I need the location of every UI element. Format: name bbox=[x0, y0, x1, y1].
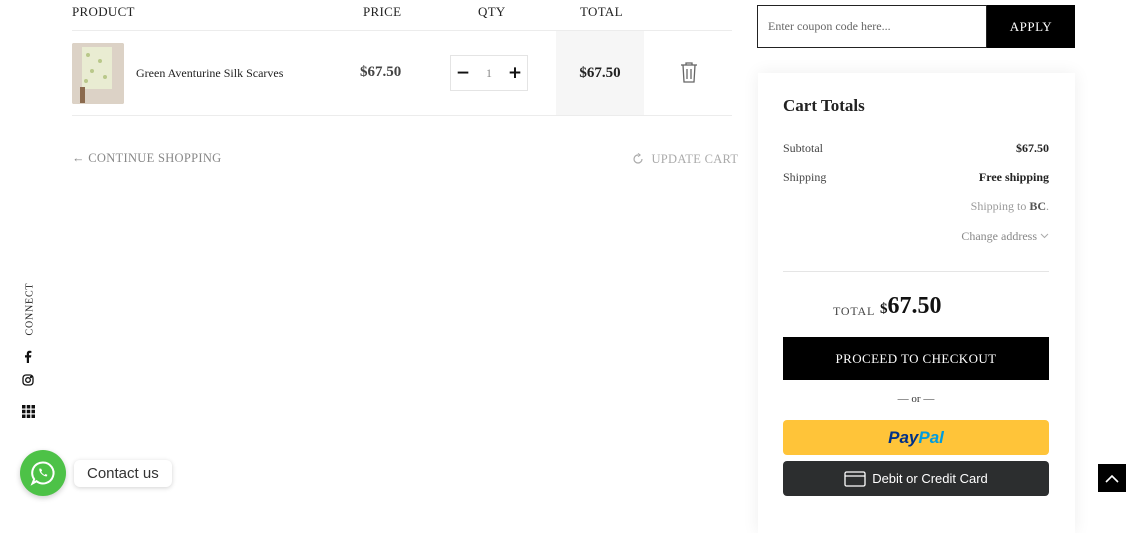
header-price: PRICE bbox=[363, 4, 402, 19]
instagram-icon[interactable] bbox=[21, 373, 35, 387]
divider bbox=[783, 271, 1049, 272]
increase-qty-button[interactable]: + bbox=[503, 56, 527, 90]
trash-icon[interactable] bbox=[679, 61, 699, 83]
chevron-up-icon bbox=[1105, 474, 1119, 483]
whatsapp-button[interactable] bbox=[20, 450, 66, 496]
chevron-down-icon bbox=[1040, 228, 1049, 243]
whatsapp-icon bbox=[30, 460, 56, 486]
product-thumbnail[interactable] bbox=[72, 43, 124, 104]
proceed-to-checkout-button[interactable]: PROCEED TO CHECKOUT bbox=[783, 337, 1049, 380]
contact-us-label[interactable]: Contact us bbox=[74, 460, 172, 487]
apply-coupon-button[interactable]: APPLY bbox=[987, 5, 1075, 48]
order-total-label: TOTAL bbox=[833, 304, 876, 318]
shipping-value: Free shipping bbox=[978, 170, 1049, 184]
product-name-link[interactable]: Green Aventurine Silk Scarves bbox=[136, 66, 283, 81]
line-total-value: $67.50 bbox=[579, 64, 621, 81]
header-product: PRODUCT bbox=[72, 4, 135, 19]
update-cart-label: UPDATE CART bbox=[651, 152, 739, 166]
paypal-logo-part2: Pal bbox=[918, 427, 944, 447]
change-address-label: Change address bbox=[961, 229, 1037, 243]
arrow-left-icon: ← bbox=[72, 151, 85, 165]
facebook-icon[interactable] bbox=[21, 349, 35, 363]
shipping-to-prefix: Shipping to bbox=[970, 199, 1027, 213]
coupon-input[interactable] bbox=[757, 5, 987, 48]
divider bbox=[72, 115, 732, 116]
header-total: TOTAL bbox=[580, 4, 623, 19]
quantity-input[interactable]: 1 bbox=[486, 66, 492, 81]
continue-shopping-link[interactable]: ← CONTINUE SHOPPING bbox=[72, 151, 221, 166]
order-total-amount: 67.50 bbox=[887, 293, 942, 319]
paypal-button[interactable]: PayPal bbox=[783, 420, 1049, 455]
credit-card-icon bbox=[844, 470, 866, 487]
line-total: $67.50 bbox=[556, 31, 644, 115]
update-cart-button[interactable]: UPDATE CART bbox=[632, 152, 738, 169]
debit-credit-card-button[interactable]: Debit or Credit Card bbox=[783, 461, 1049, 496]
connect-label: CONNECT bbox=[24, 282, 36, 336]
shipping-region: BC bbox=[1029, 199, 1046, 213]
continue-shopping-label: CONTINUE SHOPPING bbox=[88, 151, 222, 165]
grid-icon[interactable] bbox=[21, 404, 35, 418]
order-total-value: $67.50 bbox=[880, 293, 942, 320]
shipping-label: Shipping bbox=[783, 170, 827, 184]
change-address-link[interactable]: Change address bbox=[961, 228, 1049, 244]
refresh-icon bbox=[632, 153, 644, 169]
subtotal-value: $67.50 bbox=[1016, 141, 1049, 155]
currency-symbol: $ bbox=[880, 301, 888, 317]
quantity-stepper: − 1 + bbox=[450, 55, 528, 91]
header-qty: QTY bbox=[478, 4, 506, 19]
subtotal-label: Subtotal bbox=[783, 141, 824, 155]
or-separator: — or — bbox=[897, 393, 935, 405]
back-to-top-button[interactable] bbox=[1098, 464, 1126, 492]
decrease-qty-button[interactable]: − bbox=[451, 56, 475, 90]
paypal-logo-part1: Pay bbox=[888, 427, 919, 447]
product-price: $67.50 bbox=[360, 64, 402, 80]
card-button-label: Debit or Credit Card bbox=[872, 471, 988, 486]
shipping-destination: Shipping to BC. bbox=[970, 199, 1049, 213]
cart-totals-title: Cart Totals bbox=[783, 96, 865, 115]
